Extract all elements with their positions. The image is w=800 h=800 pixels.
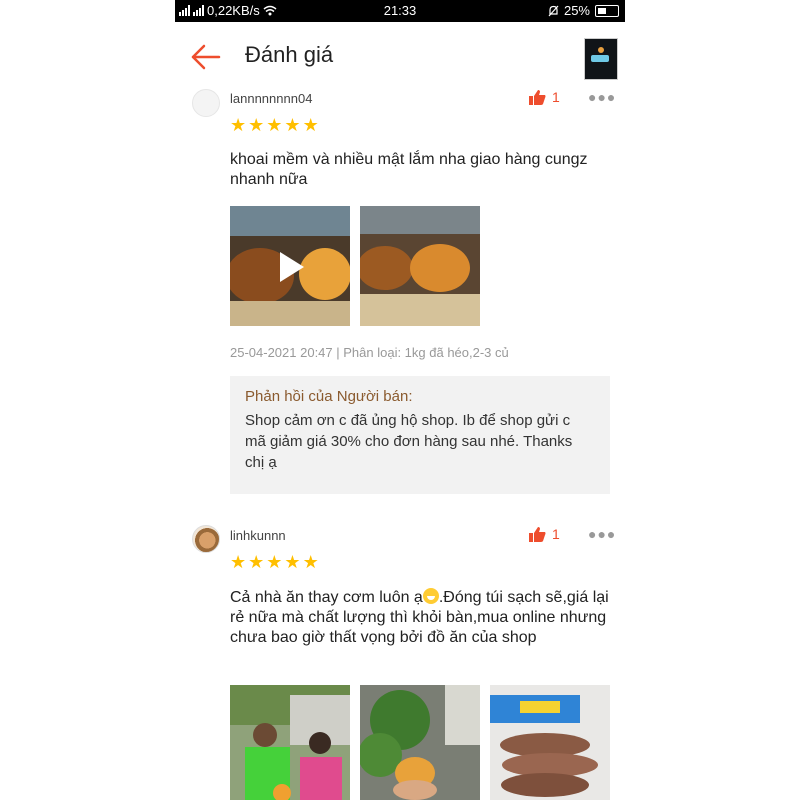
seller-reply: Phản hồi của Người bán: Shop cảm ơn c đã… xyxy=(230,376,610,494)
more-options-button[interactable]: ●●● xyxy=(588,89,616,105)
avatar[interactable] xyxy=(192,89,220,117)
more-options-button[interactable]: ●●● xyxy=(588,526,616,542)
star-icon: ★ xyxy=(230,115,247,135)
product-thumbnail[interactable] xyxy=(584,38,618,80)
star-icon: ★ xyxy=(230,552,247,572)
status-bar: 0,22KB/s 21:33 25% xyxy=(175,0,625,22)
product-thumbnail-label xyxy=(591,55,609,62)
thumbs-up-icon xyxy=(529,89,546,105)
play-icon[interactable] xyxy=(280,252,304,282)
star-rating: ★ ★ ★ ★ ★ xyxy=(230,553,319,571)
avatar[interactable] xyxy=(192,525,220,553)
star-icon: ★ xyxy=(266,552,283,572)
star-icon: ★ xyxy=(302,115,319,135)
sweet-potato-photo xyxy=(360,206,480,326)
star-rating: ★ ★ ★ ★ ★ xyxy=(230,116,319,134)
review-video[interactable] xyxy=(230,206,350,326)
like-count: 1 xyxy=(552,89,560,105)
thumbs-up-icon xyxy=(529,526,546,542)
family-photo xyxy=(230,685,350,800)
review-photo[interactable] xyxy=(360,685,480,800)
bell-off-icon xyxy=(548,5,559,16)
review-photo[interactable] xyxy=(490,685,610,800)
header: Đánh giá xyxy=(175,22,625,90)
grinning-emoji-icon xyxy=(422,588,439,604)
review-meta: 25-04-2021 20:47 | Phân loại: 1kg đã héo… xyxy=(230,345,509,360)
product-thumbnail-detail xyxy=(598,47,604,53)
back-button[interactable] xyxy=(189,42,223,72)
like-button[interactable]: 1 xyxy=(529,89,560,105)
review-photo[interactable] xyxy=(360,206,480,326)
review-comment: khoai mềm và nhiều mật lắm nha giao hàng… xyxy=(230,151,588,188)
review-media xyxy=(230,206,480,326)
like-count: 1 xyxy=(552,526,560,542)
star-icon: ★ xyxy=(302,552,319,572)
review-comment: Cả nhà ăn thay cơm luôn ạ .Đóng túi sạch … xyxy=(230,588,615,648)
packaged-sweet-potato-photo xyxy=(490,685,610,800)
page-title: Đánh giá xyxy=(245,42,334,67)
star-icon: ★ xyxy=(284,552,301,572)
status-right: 25% xyxy=(548,3,619,18)
seller-reply-text: Shop cảm ơn c đã ủng hộ shop. Ib để shop… xyxy=(245,412,573,471)
reviewer-name[interactable]: lannnnnnnn04 xyxy=(230,91,312,106)
seller-reply-title: Phản hồi của Người bán: xyxy=(245,388,413,405)
review-comment-part1: Cả nhà ăn thay cơm luôn ạ xyxy=(230,589,423,606)
battery-icon xyxy=(595,4,619,17)
star-icon: ★ xyxy=(248,552,265,572)
phone-screen: 0,22KB/s 21:33 25% Đánh giá lannnnnnnn04… xyxy=(175,0,625,800)
review-photo[interactable] xyxy=(230,685,350,800)
star-icon: ★ xyxy=(284,115,301,135)
star-icon: ★ xyxy=(248,115,265,135)
reviewer-name[interactable]: linhkunnn xyxy=(230,528,286,543)
like-button[interactable]: 1 xyxy=(529,526,560,542)
battery-percent: 25% xyxy=(563,3,590,18)
arrow-left-icon xyxy=(191,44,221,70)
star-icon: ★ xyxy=(266,115,283,135)
sweet-potato-hand-photo xyxy=(360,685,480,800)
review-media xyxy=(230,685,610,800)
